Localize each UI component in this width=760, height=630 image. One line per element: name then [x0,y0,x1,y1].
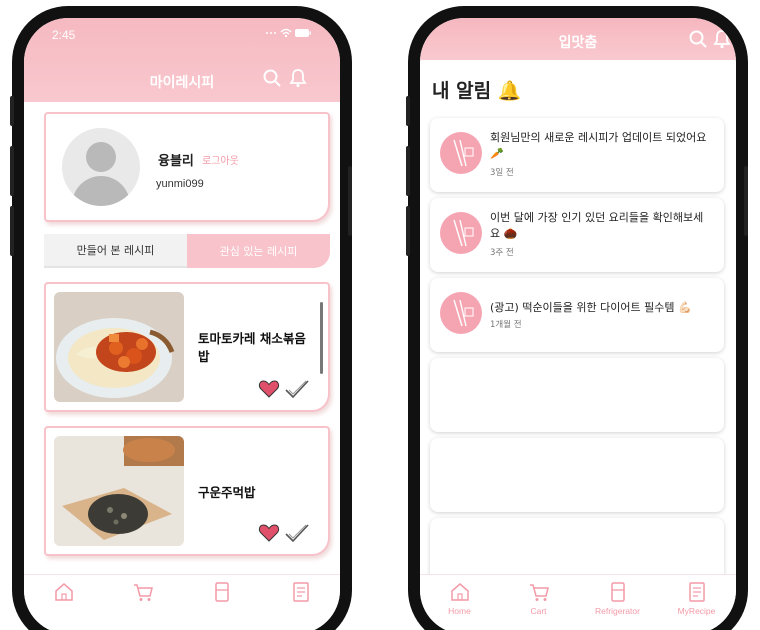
profile-user-id: yunmi099 [156,178,204,190]
notification-text: 이번 달에 가장 인기 있던 요리들을 확인해보세요 🌰 [490,211,704,240]
recipe-image [54,292,184,402]
side-button [406,96,410,126]
notifications-heading: 내 알림 🔔 [432,80,522,102]
app-header: 입맛춤 [420,18,736,60]
stage: 2:45 마이레시피 융블리 로그아웃 yunmi099 만들어 본 레시피 관… [0,0,760,630]
bottom-nav [24,574,340,630]
nav-home[interactable]: Home [425,581,495,630]
bell-icon[interactable] [288,68,308,88]
left-phone: 2:45 마이레시피 융블리 로그아웃 yunmi099 만들어 본 레시피 관… [10,6,352,630]
recipe-icon [688,582,705,602]
status-icons [264,27,312,42]
side-button [744,166,748,236]
notification-text: (광고) 떡순이들을 위한 다이어트 필수템 💪🏻 [490,301,692,314]
refrigerator-icon [610,582,625,602]
scrollbar[interactable] [320,302,323,374]
notification-item[interactable]: 회원님만의 새로운 레시피가 업데이트 되었어요 🥕 3일 전 [430,118,724,192]
nav-refrigerator[interactable]: Refrigerator [583,581,653,630]
recipe-title: 토마토카레 채소볶음밥 [198,331,306,364]
nav-refrigerator[interactable] [187,581,257,630]
status-time: 2:45 [52,28,76,42]
heart-icon[interactable] [258,522,280,544]
check-icon[interactable] [284,378,310,400]
notification-item-empty [430,438,724,512]
check-icon[interactable] [284,522,310,544]
search-icon[interactable] [688,29,708,49]
refrigerator-icon [214,582,229,602]
notification-item[interactable]: (광고) 떡순이들을 위한 다이어트 필수템 💪🏻 1개월 전 [430,278,724,352]
side-button [348,166,352,236]
heart-icon[interactable] [258,378,280,400]
tab-made-recipes[interactable]: 만들어 본 레시피 [44,234,187,268]
app-logo-icon [440,292,482,334]
bell-icon[interactable] [712,29,732,49]
home-icon [54,583,73,601]
notification-time: 3주 전 [490,248,514,258]
notification-time: 3일 전 [490,168,514,178]
nav-cart[interactable]: Cart [504,581,574,630]
profile-name: 융블리 [158,154,194,169]
app-logo-icon [440,212,482,254]
search-icon[interactable] [262,68,282,88]
logout-link[interactable]: 로그아웃 [202,152,239,167]
notification-item-empty [430,358,724,432]
nav-cart[interactable] [108,581,178,630]
app-header: 2:45 마이레시피 [24,18,340,102]
right-screen: 입맛춤 내 알림 🔔 회원님만의 새로운 레시피가 업데이트 되었어요 🥕 3일… [420,18,736,630]
side-button [406,206,410,256]
recipe-card[interactable]: 토마토카레 채소볶음밥 [44,282,330,412]
cart-icon [133,584,153,601]
notification-time: 1개월 전 [490,320,522,330]
recipe-card[interactable]: 구운주먹밥 [44,426,330,556]
left-screen: 2:45 마이레시피 융블리 로그아웃 yunmi099 만들어 본 레시피 관… [24,18,340,630]
tab-interested-recipes[interactable]: 관심 있는 레시피 [187,234,330,268]
notification-text: 회원님만의 새로운 레시피가 업데이트 되었어요 🥕 [490,131,707,160]
recipe-title: 구운주먹밥 [198,485,256,500]
profile-card: 융블리 로그아웃 yunmi099 [44,112,330,222]
nav-home[interactable] [29,581,99,630]
nav-label: MyRecipe [677,606,716,616]
nav-myrecipe[interactable] [266,581,336,630]
notification-item[interactable]: 이번 달에 가장 인기 있던 요리들을 확인해보세요 🌰 3주 전 [430,198,724,272]
nav-label: Cart [530,606,547,616]
side-button [10,96,14,126]
bottom-nav: Home Cart Refrigerator MyRecipe [420,574,736,630]
wifi-battery-icon [266,28,311,38]
side-button [10,146,14,196]
right-phone: 입맛춤 내 알림 🔔 회원님만의 새로운 레시피가 업데이트 되었어요 🥕 3일… [406,6,748,630]
recipe-icon [292,582,309,602]
side-button [406,146,410,196]
side-button [10,206,14,256]
nav-label: Home [448,606,471,616]
app-logo-icon [440,132,482,174]
home-icon [450,583,469,601]
recipe-image [54,436,184,546]
nav-label: Refrigerator [595,606,640,616]
avatar [62,128,140,206]
nav-myrecipe[interactable]: MyRecipe [662,581,732,630]
recipe-tabs: 만들어 본 레시피 관심 있는 레시피 [44,234,330,268]
cart-icon [529,584,549,601]
